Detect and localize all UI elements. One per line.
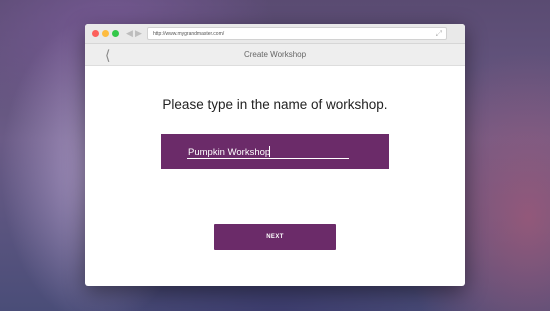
browser-chrome: ◀ ▶ http://www.mygrandmaster.com/ ⤢	[85, 24, 465, 44]
app-header: ⟨ Create Workshop	[85, 44, 465, 66]
address-bar-url: http://www.mygrandmaster.com/	[153, 31, 225, 37]
text-caret	[269, 146, 270, 157]
address-bar[interactable]: http://www.mygrandmaster.com/ ⤢	[147, 27, 447, 40]
close-window-button[interactable]	[92, 30, 99, 37]
input-underline	[187, 158, 349, 159]
browser-window: ◀ ▶ http://www.mygrandmaster.com/ ⤢ ⟨ Cr…	[85, 24, 465, 286]
page-title: Create Workshop	[243, 50, 307, 59]
next-button[interactable]: NEXT	[214, 224, 336, 250]
maximize-window-button[interactable]	[112, 30, 119, 37]
form-prompt: Please type in the name of workshop.	[162, 97, 388, 112]
workshop-name-field[interactable]	[161, 134, 389, 169]
arrow-left-icon[interactable]: ◀	[126, 28, 133, 39]
expand-icon[interactable]: ⤢	[436, 28, 442, 40]
arrow-right-icon[interactable]: ▶	[135, 28, 142, 39]
minimize-window-button[interactable]	[102, 30, 109, 37]
